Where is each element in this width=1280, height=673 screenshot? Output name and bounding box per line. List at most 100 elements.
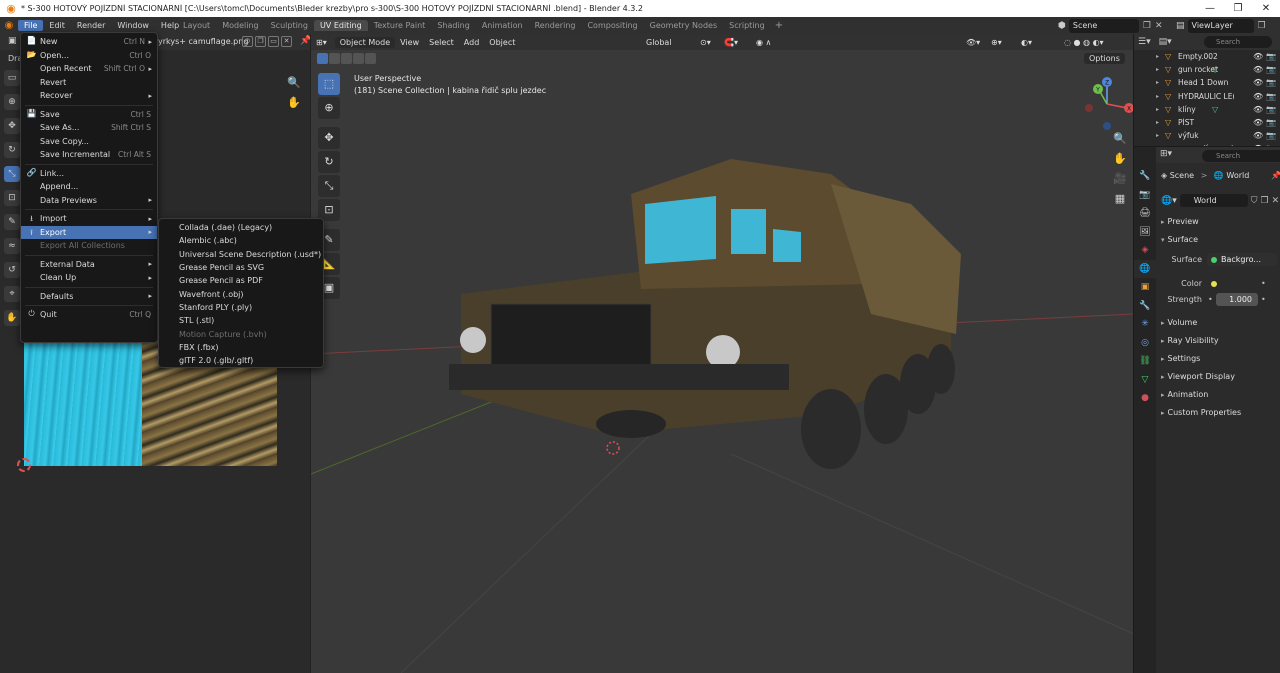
- tab-uv-editing[interactable]: UV Editing: [313, 20, 368, 31]
- camera-view-icon[interactable]: 🎥: [1111, 172, 1129, 185]
- visibility-eye-icon[interactable]: 👁: [1253, 131, 1263, 140]
- outliner-row[interactable]: ▸ ▽ PÍST 👁 📷: [1134, 116, 1280, 129]
- cursor-tool-icon[interactable]: ⊕: [4, 94, 20, 110]
- zoom-icon[interactable]: 🔍: [287, 76, 301, 89]
- export-item-alembic-abc[interactable]: Alembic (.abc): [159, 234, 323, 247]
- file-menu-item-export[interactable]: ⭱ Export ▸: [21, 225, 157, 239]
- tool-tab-icon[interactable]: 🔧: [1134, 167, 1156, 186]
- expand-arrow-icon[interactable]: ▸: [1156, 119, 1159, 126]
- ray-visibility-panel[interactable]: ▸ Ray Visibility: [1161, 336, 1278, 345]
- volume-panel[interactable]: ▸ Volume: [1161, 318, 1278, 327]
- export-item-stl-stl[interactable]: STL (.stl): [159, 314, 323, 327]
- grab-tool-icon[interactable]: ≈: [4, 238, 20, 254]
- navigation-gizmo[interactable]: Z X Y: [1077, 74, 1133, 134]
- strength-input[interactable]: 1.000: [1216, 293, 1258, 306]
- surface-shader-field[interactable]: Backgro...: [1207, 253, 1277, 266]
- visibility-eye-icon[interactable]: 👁: [1253, 105, 1263, 114]
- delete-scene-icon[interactable]: ✕: [1155, 21, 1163, 31]
- fake-user-shield-icon[interactable]: ⛉: [1251, 196, 1258, 206]
- surface-panel[interactable]: ▾ Surface: [1161, 235, 1278, 244]
- file-menu-item-data-previews[interactable]: Data Previews ▸: [21, 194, 157, 208]
- world-browse-icon[interactable]: 🌐▾: [1161, 196, 1177, 206]
- minimize-button[interactable]: —: [1196, 0, 1224, 17]
- select-tool-icon[interactable]: ▭: [4, 70, 20, 86]
- data-tab-icon[interactable]: ▽: [1134, 371, 1156, 390]
- 3d-viewport[interactable]: ⊞▾ Object Mode View Select Add Object Gl…: [310, 34, 1133, 673]
- menu-file[interactable]: File: [18, 20, 44, 31]
- file-menu-item-recover[interactable]: Recover ▸: [21, 89, 157, 103]
- visibility-eye-icon[interactable]: 👁: [1253, 78, 1263, 87]
- expand-arrow-icon[interactable]: ▸: [1156, 132, 1159, 139]
- render-tab-icon[interactable]: 📷: [1134, 186, 1156, 205]
- properties-search-input[interactable]: Search: [1202, 150, 1280, 162]
- settings-panel[interactable]: ▸ Settings: [1161, 354, 1278, 363]
- expand-arrow-icon[interactable]: ▸: [1156, 66, 1159, 73]
- add-workspace-button[interactable]: +: [771, 20, 787, 31]
- menu-edit[interactable]: Edit: [43, 20, 71, 31]
- display-mode-icon[interactable]: ▤▾: [1159, 37, 1172, 47]
- render-camera-icon[interactable]: 📷: [1266, 65, 1276, 74]
- pin-icon[interactable]: 📌: [1271, 171, 1280, 180]
- world-name-field[interactable]: World: [1179, 194, 1248, 207]
- outliner-row[interactable]: ▸ ▽ výfuk 👁 📷: [1134, 129, 1280, 142]
- close-button[interactable]: ✕: [1252, 0, 1280, 17]
- outliner-row[interactable]: ▸ ▽ Empty.002 👁 📷: [1134, 50, 1280, 63]
- visibility-eye-icon[interactable]: 👁: [1253, 92, 1263, 101]
- render-camera-icon[interactable]: 📷: [1266, 52, 1276, 61]
- blender-logo-icon[interactable]: ◉: [0, 20, 18, 31]
- outliner-row[interactable]: ▸ ▽ klíny ▽ 👁 📷: [1134, 103, 1280, 116]
- hand-tool-icon[interactable]: ✋: [4, 310, 20, 326]
- fake-user-icon[interactable]: ⊙: [242, 36, 253, 47]
- object-tab-icon[interactable]: ▣: [1134, 278, 1156, 297]
- maximize-button[interactable]: ❐: [1224, 0, 1252, 17]
- tab-sculpting[interactable]: Sculpting: [265, 20, 314, 31]
- particles-tab-icon[interactable]: ✳: [1134, 315, 1156, 334]
- output-tab-icon[interactable]: 🖨: [1134, 204, 1156, 223]
- file-menu-item-open[interactable]: 📂 Open... Ctrl O: [21, 49, 157, 63]
- pan-view-icon[interactable]: ✋: [1111, 152, 1129, 165]
- file-menu-item-defaults[interactable]: Defaults ▸: [21, 290, 157, 304]
- tab-rendering[interactable]: Rendering: [529, 20, 582, 31]
- physics-tab-icon[interactable]: ◎: [1134, 334, 1156, 353]
- zoom-view-icon[interactable]: 🔍: [1111, 132, 1129, 145]
- pinch-tool-icon[interactable]: ⌖: [4, 286, 20, 302]
- export-item-gltf-2-0-glb-gltf[interactable]: glTF 2.0 (.glb/.gltf): [159, 354, 323, 367]
- new-view-layer-icon[interactable]: ❐: [1258, 21, 1266, 31]
- world-tab-icon[interactable]: 🌐: [1134, 259, 1156, 278]
- file-menu-item-append[interactable]: Append...: [21, 180, 157, 194]
- move-tool-icon[interactable]: ✥: [4, 118, 20, 134]
- new-image-icon[interactable]: ❐: [255, 36, 266, 47]
- new-world-icon[interactable]: ❐: [1261, 196, 1269, 206]
- viewport-display-panel[interactable]: ▸ Viewport Display: [1161, 372, 1278, 381]
- animation-panel[interactable]: ▸ Animation: [1161, 390, 1278, 399]
- pan-hand-icon[interactable]: ✋: [287, 96, 301, 109]
- file-menu-item-revert[interactable]: Revert: [21, 76, 157, 90]
- file-menu-item-save-copy[interactable]: Save Copy...: [21, 135, 157, 149]
- file-menu-item-new[interactable]: 📄 New Ctrl N ▸: [21, 35, 157, 49]
- tab-animation[interactable]: Animation: [476, 20, 529, 31]
- tab-geometry-nodes[interactable]: Geometry Nodes: [644, 20, 723, 31]
- constraints-tab-icon[interactable]: ⛓: [1134, 352, 1156, 371]
- file-menu-item-save-as[interactable]: Save As... Shift Ctrl S: [21, 121, 157, 135]
- strength-socket-icon[interactable]: •: [1208, 295, 1213, 304]
- render-camera-icon[interactable]: 📷: [1266, 105, 1276, 114]
- expand-arrow-icon[interactable]: ▸: [1156, 106, 1159, 113]
- outliner-editor-icon[interactable]: ☰▾: [1138, 37, 1151, 47]
- export-item-wavefront-obj[interactable]: Wavefront (.obj): [159, 287, 323, 300]
- material-tab-icon[interactable]: ●: [1134, 389, 1156, 408]
- file-menu-item-save-incremental[interactable]: Save Incremental Ctrl Alt S: [21, 148, 157, 162]
- modifier-tab-icon[interactable]: 🔧: [1134, 297, 1156, 316]
- file-menu-item-import[interactable]: ⭳ Import ▸: [21, 212, 157, 226]
- expand-arrow-icon[interactable]: ▸: [1156, 93, 1159, 100]
- relax-tool-icon[interactable]: ↺: [4, 262, 20, 278]
- outliner-row[interactable]: ▸ ▽ Head 1 Down 👁 📷: [1134, 76, 1280, 89]
- file-menu-item-quit[interactable]: ⏻ Quit Ctrl Q: [21, 308, 157, 322]
- render-camera-icon[interactable]: 📷: [1266, 92, 1276, 101]
- annotate-tool-icon[interactable]: ✎: [4, 214, 20, 230]
- visibility-eye-icon[interactable]: 👁: [1253, 52, 1263, 61]
- render-camera-icon[interactable]: 📷: [1266, 78, 1276, 87]
- render-camera-icon[interactable]: 📷: [1266, 118, 1276, 127]
- render-camera-icon[interactable]: 📷: [1266, 131, 1276, 140]
- scene-name-field[interactable]: Scene: [1068, 18, 1139, 33]
- outliner-row[interactable]: ▸ ▽ gun rocket ▽ 👁 📷: [1134, 63, 1280, 76]
